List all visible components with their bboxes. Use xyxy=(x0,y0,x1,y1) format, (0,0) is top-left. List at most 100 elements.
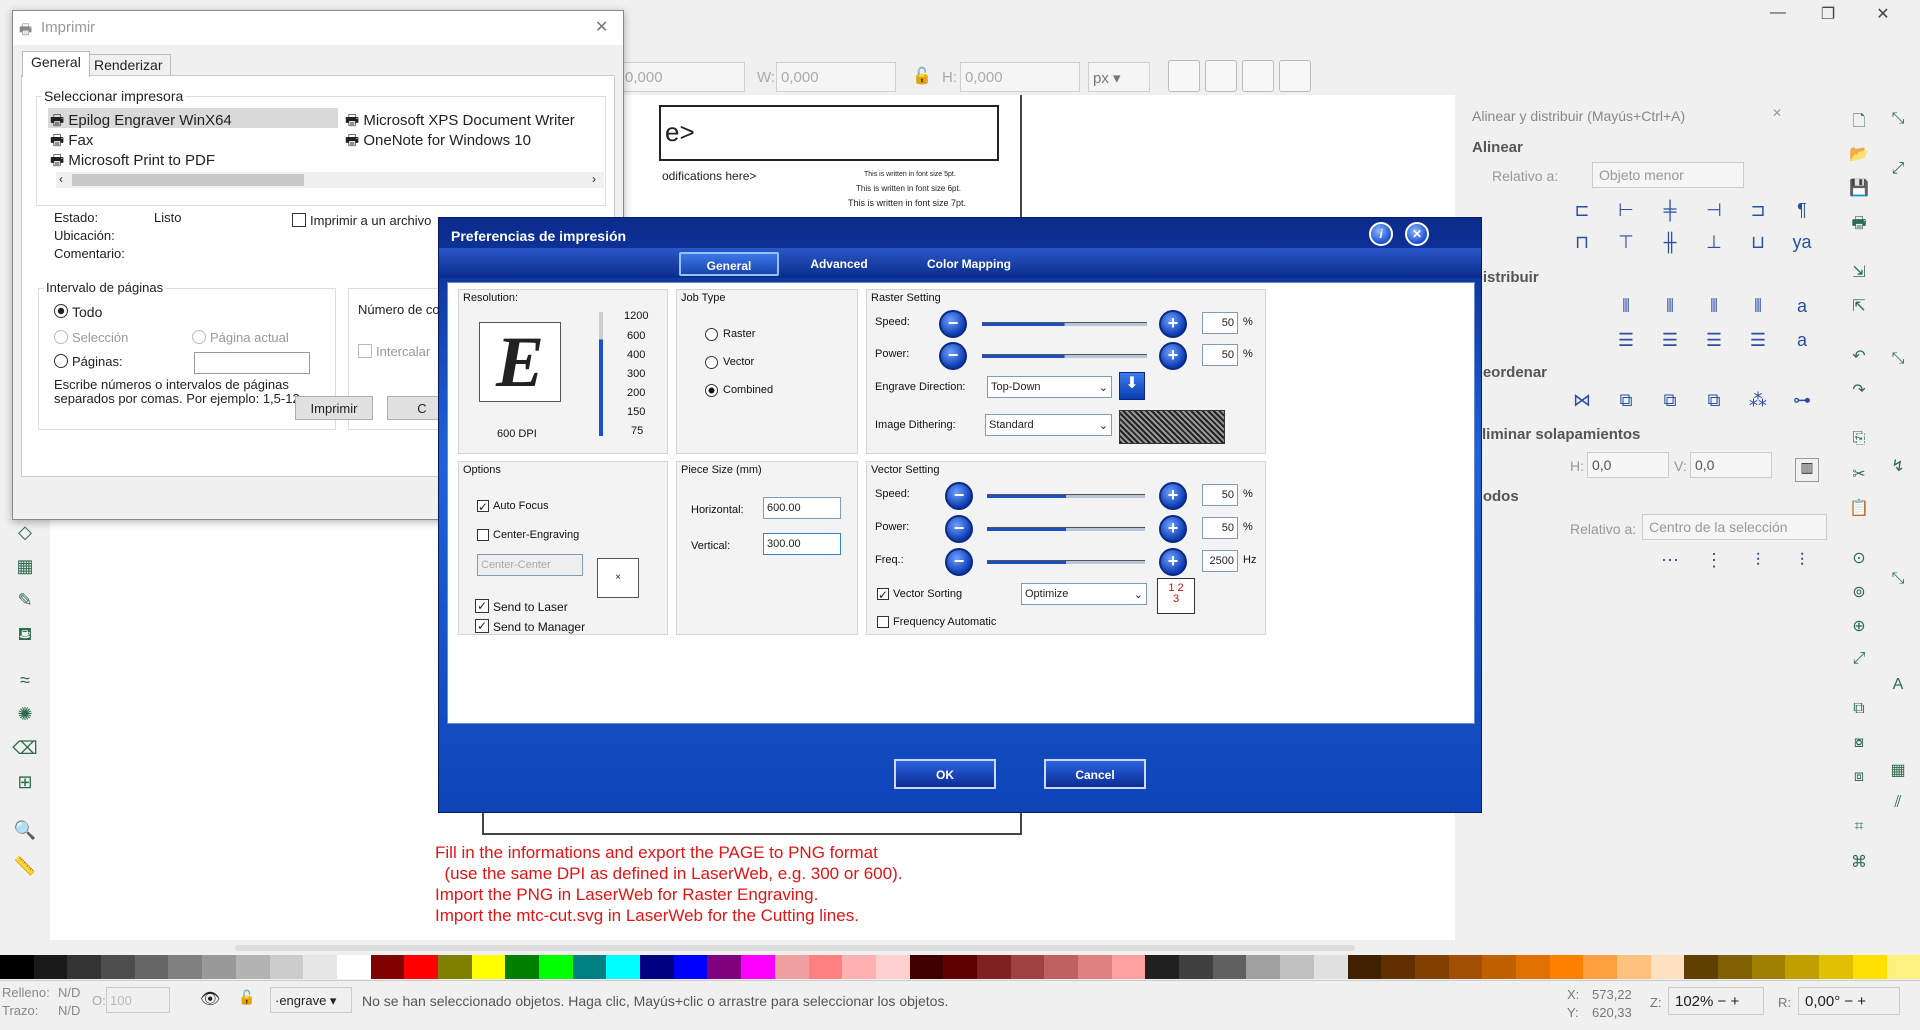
palette-swatch[interactable] xyxy=(0,955,34,979)
color-palette[interactable] xyxy=(0,955,1920,979)
palette-swatch[interactable] xyxy=(572,955,607,979)
pref-ok-button[interactable]: OK xyxy=(894,759,996,789)
job-combined-radio[interactable] xyxy=(705,384,718,397)
palette-swatch[interactable] xyxy=(1650,955,1685,979)
remove-overlap-button[interactable]: ▥ xyxy=(1795,458,1819,482)
range-all-radio[interactable] xyxy=(54,304,68,318)
palette-swatch[interactable] xyxy=(1078,955,1112,979)
palette-swatch[interactable] xyxy=(707,955,742,979)
palette-swatch[interactable] xyxy=(303,955,337,979)
send-manager-checkbox[interactable]: ✓ xyxy=(475,619,489,633)
pref-cancel-button[interactable]: Cancel xyxy=(1044,759,1146,789)
vector-speed-input[interactable]: 50 xyxy=(1202,484,1238,506)
horizontal-scrollbar[interactable] xyxy=(235,945,1355,951)
snap-nodes-icon[interactable]: ⤡ xyxy=(1885,350,1911,376)
transform-corners-button[interactable] xyxy=(1205,60,1237,92)
tweak-tool-icon[interactable]: ≈ xyxy=(12,670,38,696)
open-icon[interactable]: 📂 xyxy=(1846,144,1872,170)
palette-swatch[interactable] xyxy=(606,955,641,979)
snap-others-icon[interactable]: ⤡ xyxy=(1885,570,1911,596)
measure-tool-icon[interactable]: 📏 xyxy=(12,856,38,882)
dithering-select[interactable]: Standard ⌄ xyxy=(985,414,1112,436)
palette-swatch[interactable] xyxy=(1010,955,1045,979)
zoom-tool-icon[interactable]: 🔍 xyxy=(12,820,38,846)
palette-swatch[interactable] xyxy=(1347,955,1382,979)
pref-tab-general[interactable]: General xyxy=(679,252,779,276)
zoom-drawing-icon[interactable]: ⊚ xyxy=(1846,582,1872,608)
auto-focus-checkbox[interactable]: ✓ xyxy=(477,500,489,513)
distribute-left-icon[interactable]: ⫴ xyxy=(1612,296,1640,324)
palette-swatch[interactable] xyxy=(1718,955,1752,979)
job-vector-radio[interactable] xyxy=(705,356,718,369)
align-middle-icon[interactable]: ╫ xyxy=(1656,232,1684,260)
exchange-click-icon[interactable]: ⧉ xyxy=(1700,390,1728,418)
zoom-width-icon[interactable]: ⤢ xyxy=(1846,650,1872,676)
print-dialog-close-icon[interactable]: ✕ xyxy=(595,17,608,37)
maximize-button[interactable]: ❐ xyxy=(1805,4,1851,24)
overlap-v-input[interactable]: 0,0 xyxy=(1690,452,1772,478)
raster-speed-slider[interactable] xyxy=(982,322,1147,326)
raster-power-slider[interactable] xyxy=(982,354,1147,358)
distribute-baseline-icon[interactable]: a xyxy=(1788,296,1816,324)
vector-sorting-checkbox[interactable]: ✓ xyxy=(877,588,889,601)
vector-freq-plus[interactable]: + xyxy=(1159,548,1187,576)
vector-speed-plus[interactable]: + xyxy=(1159,482,1187,510)
palette-swatch[interactable] xyxy=(269,955,304,979)
align-center-icon[interactable]: ╪ xyxy=(1656,200,1684,228)
palette-swatch[interactable] xyxy=(1381,955,1415,979)
center-position-select[interactable]: Center-Center xyxy=(477,554,583,576)
rotation-input[interactable]: 0,00° − + xyxy=(1798,987,1900,1015)
job-raster-radio[interactable] xyxy=(705,328,718,341)
panel-close-icon[interactable]: ✕ xyxy=(1772,106,1782,120)
zoom-page-icon[interactable]: ⊕ xyxy=(1846,616,1872,642)
align-top-edge-icon[interactable]: ⊔ xyxy=(1744,232,1772,260)
pages-input[interactable] xyxy=(194,352,310,374)
save-icon[interactable]: 💾 xyxy=(1846,178,1872,204)
palette-swatch[interactable] xyxy=(673,955,708,979)
randomize-icon[interactable]: ⊶ xyxy=(1788,390,1816,418)
duplicate-icon[interactable]: ⧉ xyxy=(1846,700,1872,726)
palette-swatch[interactable] xyxy=(875,955,910,979)
align-right-icon[interactable]: ⊣ xyxy=(1700,200,1728,228)
cut-icon[interactable]: ✂ xyxy=(1846,464,1872,490)
new-document-icon[interactable]: 🗋 xyxy=(1846,110,1872,136)
redo-icon[interactable]: ↷ xyxy=(1846,380,1872,406)
palette-swatch[interactable] xyxy=(741,955,775,979)
palette-swatch[interactable] xyxy=(808,955,843,979)
snap-text-icon[interactable]: A xyxy=(1885,676,1911,702)
snap-grid-icon[interactable]: ▦ xyxy=(1885,760,1911,786)
palette-swatch[interactable] xyxy=(33,955,68,979)
palette-swatch[interactable] xyxy=(437,955,472,979)
mesh-tool-icon[interactable]: ▦ xyxy=(12,556,38,582)
node-align-h-icon[interactable]: ⋯ xyxy=(1656,550,1684,578)
range-pages-radio[interactable] xyxy=(54,354,68,368)
down-arrow-icon[interactable]: ⬇ xyxy=(1119,372,1145,400)
palette-swatch[interactable] xyxy=(202,955,236,979)
palette-swatch[interactable] xyxy=(1313,955,1348,979)
palette-swatch[interactable] xyxy=(1482,955,1516,979)
copy-icon[interactable]: ⎘ xyxy=(1846,430,1872,456)
distribute-top-icon[interactable]: ☰ xyxy=(1612,330,1640,358)
vector-power-slider[interactable] xyxy=(987,527,1145,531)
paint-bucket-icon[interactable]: ⛾ xyxy=(12,624,38,650)
raster-speed-input[interactable]: 50 xyxy=(1202,312,1238,334)
vertical-input[interactable]: 300.00 xyxy=(763,533,841,555)
scrollbar-thumb[interactable] xyxy=(72,174,304,186)
collate-checkbox[interactable] xyxy=(358,344,372,358)
minimize-button[interactable]: — xyxy=(1755,4,1801,22)
close-window-button[interactable]: ✕ xyxy=(1860,4,1906,24)
palette-swatch[interactable] xyxy=(134,955,169,979)
dpi-slider[interactable] xyxy=(599,312,603,436)
relative-select[interactable]: Objeto menor xyxy=(1592,162,1744,188)
center-engraving-checkbox[interactable] xyxy=(477,529,489,541)
snap-toggle-icon[interactable]: ⤡ xyxy=(1885,110,1911,136)
palette-swatch[interactable] xyxy=(1852,955,1887,979)
lock-icon[interactable]: 🔓 xyxy=(912,66,932,86)
transform-pattern-button[interactable] xyxy=(1279,60,1311,92)
undo-icon[interactable]: ↶ xyxy=(1846,346,1872,372)
palette-swatch[interactable] xyxy=(1751,955,1786,979)
palette-swatch[interactable] xyxy=(505,955,539,979)
dropper-tool-icon[interactable]: ✎ xyxy=(12,590,38,616)
ungroup-icon[interactable]: ⌘ xyxy=(1846,852,1872,878)
palette-swatch[interactable] xyxy=(101,955,135,979)
